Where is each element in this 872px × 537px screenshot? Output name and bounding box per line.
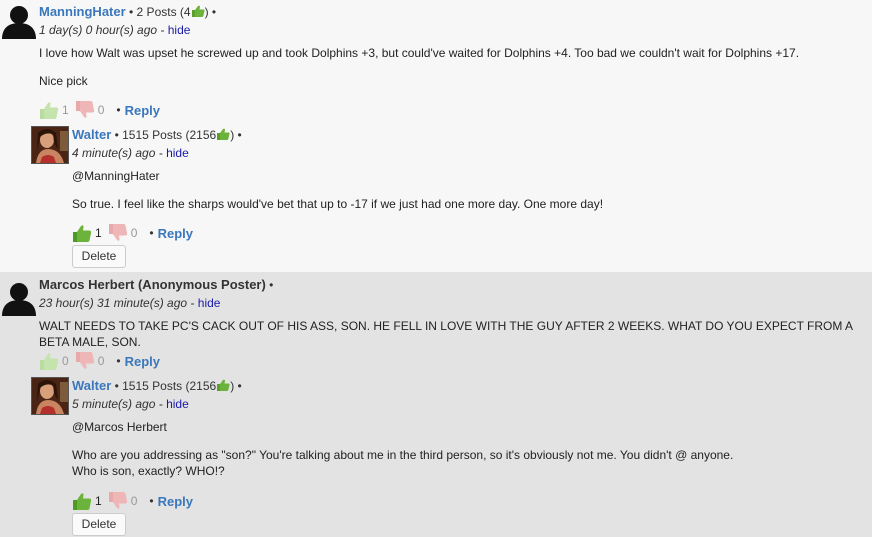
thumbs-up-icon[interactable] — [39, 101, 59, 119]
author-meta: • — [269, 278, 274, 292]
downvote-count: 0 — [130, 226, 138, 240]
comment-header: Marcos Herbert (Anonymous Poster) • — [39, 277, 273, 292]
reply-mention: @Marcos Herbert — [72, 420, 167, 434]
vote-bar: 0 0 • Reply — [39, 351, 160, 371]
silhouette-avatar-icon[interactable] — [0, 1, 38, 39]
thumbs-up-icon[interactable] — [72, 224, 92, 242]
hide-link[interactable]: hide — [166, 146, 189, 160]
comment-body: I love how Walt was upset he screwed up … — [39, 46, 800, 60]
dot-separator: • — [116, 354, 121, 368]
thumbs-up-icon — [217, 379, 230, 391]
downvote-count: 0 — [130, 494, 138, 508]
author-meta: • 1515 Posts (2156 — [114, 379, 217, 393]
reply-header: Walter • 1515 Posts (2156 ) • — [72, 378, 242, 393]
reply-mention: @ManningHater — [72, 169, 160, 183]
comment-header: ManningHater • 2 Posts (4 ) • — [39, 4, 216, 19]
thumbs-up-icon — [217, 128, 230, 140]
downvote-count: 0 — [97, 103, 105, 117]
thumbs-down-icon[interactable] — [75, 352, 95, 370]
timestamp: 4 minute(s) ago - hide — [72, 146, 189, 160]
author-name: Marcos Herbert (Anonymous Poster) — [39, 277, 266, 292]
reply-body: So true. I feel like the sharps would've… — [72, 197, 604, 211]
reply-link[interactable]: Reply — [125, 103, 160, 118]
author-meta: • 2 Posts (4 — [129, 5, 191, 19]
thumbs-down-icon[interactable] — [108, 492, 128, 510]
delete-button[interactable]: Delete — [72, 513, 126, 536]
reply-body-line2: Who is son, exactly? WHO!? — [72, 464, 225, 478]
dot-separator: • — [116, 103, 121, 117]
reply-link[interactable]: Reply — [158, 494, 193, 509]
upvote-count: 0 — [62, 354, 69, 368]
vote-bar: 1 0 • Reply — [72, 223, 193, 243]
dot-separator: • — [149, 494, 154, 508]
vote-bar: 1 0 • Reply — [72, 491, 193, 511]
comment-body-line2: BETA MALE, SON. — [39, 335, 141, 349]
thumbs-up-icon[interactable] — [39, 352, 59, 370]
downvote-count: 0 — [97, 354, 105, 368]
delete-button[interactable]: Delete — [72, 245, 126, 268]
author-meta-end: ) • — [204, 5, 217, 19]
hide-link[interactable]: hide — [198, 296, 221, 310]
comment-manninghater: ManningHater • 2 Posts (4 ) • 1 day(s) 0 … — [0, 0, 872, 272]
user-photo-avatar[interactable] — [31, 377, 69, 415]
thumbs-up-icon — [191, 5, 205, 17]
reply-link[interactable]: Reply — [125, 354, 160, 369]
author-meta-end: ) • — [230, 128, 242, 142]
timestamp-text: 5 minute(s) ago — [72, 397, 156, 411]
reply-body: Who are you addressing as "son?" You're … — [72, 448, 734, 462]
timestamp-text: 23 hour(s) 31 minute(s) ago — [39, 296, 188, 310]
timestamp: 23 hour(s) 31 minute(s) ago - hide — [39, 296, 220, 310]
user-photo-avatar[interactable] — [31, 126, 69, 164]
author-link[interactable]: ManningHater — [39, 4, 126, 19]
hide-sep: - — [160, 23, 165, 37]
comment-marcos-herbert: Marcos Herbert (Anonymous Poster) • 23 h… — [0, 272, 872, 537]
silhouette-avatar-icon[interactable] — [0, 278, 38, 316]
timestamp: 5 minute(s) ago - hide — [72, 397, 189, 411]
thumbs-down-icon[interactable] — [108, 224, 128, 242]
author-meta: • 1515 Posts (2156 — [114, 128, 217, 142]
vote-bar: 1 0 • Reply — [39, 100, 160, 120]
hide-sep: - — [158, 146, 163, 160]
timestamp-text: 4 minute(s) ago — [72, 146, 156, 160]
thumbs-down-icon[interactable] — [75, 101, 95, 119]
hide-sep: - — [190, 296, 195, 310]
upvote-count: 1 — [95, 494, 102, 508]
upvote-count: 1 — [62, 103, 69, 117]
reply-link[interactable]: Reply — [158, 226, 193, 241]
author-link[interactable]: Walter — [72, 127, 111, 142]
hide-sep: - — [158, 397, 163, 411]
author-meta-end: ) • — [230, 379, 242, 393]
upvote-count: 1 — [95, 226, 102, 240]
timestamp-text: 1 day(s) 0 hour(s) ago — [39, 23, 158, 37]
timestamp: 1 day(s) 0 hour(s) ago - hide — [39, 23, 190, 37]
dot-separator: • — [149, 226, 154, 240]
reply-header: Walter • 1515 Posts (2156 ) • — [72, 127, 242, 142]
hide-link[interactable]: hide — [166, 397, 189, 411]
thumbs-up-icon[interactable] — [72, 492, 92, 510]
comment-body: WALT NEEDS TO TAKE PC'S CACK OUT OF HIS … — [39, 319, 854, 333]
comment-body-line2: Nice pick — [39, 74, 88, 88]
hide-link[interactable]: hide — [168, 23, 191, 37]
author-link[interactable]: Walter — [72, 378, 111, 393]
